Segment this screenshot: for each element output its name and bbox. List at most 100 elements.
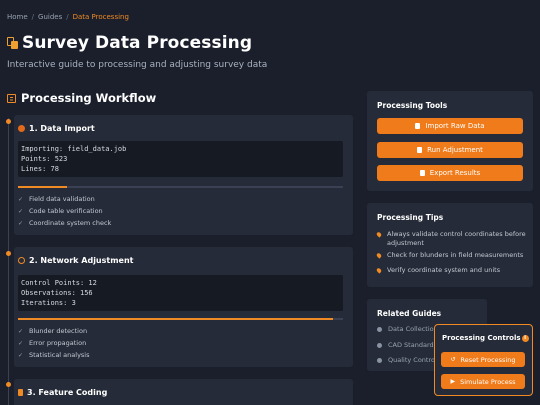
progress-bar <box>18 318 343 320</box>
progress-fill <box>18 318 334 320</box>
panel-title: Related Guides <box>377 309 442 318</box>
panel-title: Processing Tools <box>377 101 448 110</box>
console-line: Iterations: 3 <box>21 299 76 307</box>
breadcrumb-separator: / <box>31 13 35 21</box>
step-header: 3. Feature Coding <box>18 388 107 397</box>
pin-icon <box>375 252 383 259</box>
check-label: Blunder detection <box>29 327 88 335</box>
console-line: Points: 523 <box>21 155 68 163</box>
target-icon <box>18 257 25 264</box>
import-raw-data-button[interactable]: Import Raw Data <box>377 118 523 134</box>
workflow-title: Processing Workflow <box>21 91 157 105</box>
list-item: ✓ Blunder detection <box>18 325 90 337</box>
check-label: Field data validation <box>29 195 95 203</box>
console-output: Importing: field_data.job Points: 523 Li… <box>18 141 343 177</box>
page-title: Survey Data Processing <box>22 33 253 53</box>
page-subtitle: Interactive guide to processing and adju… <box>7 60 268 70</box>
guide-label: Data Collectio <box>388 325 434 333</box>
timeline-dot <box>6 119 11 124</box>
panel-title: Processing Tips <box>377 213 444 222</box>
check-icon: ✓ <box>18 195 24 203</box>
console-output: Control Points: 12 Observations: 156 Ite… <box>18 275 343 311</box>
console-line: Observations: 156 <box>21 289 93 297</box>
list-item: ✓ Error propagation <box>18 337 90 349</box>
guide-label: Quality Contro <box>388 356 435 364</box>
check-label: Code table verification <box>29 207 103 215</box>
list-item: Always validate control coordinates befo… <box>375 230 527 248</box>
drafting-icon <box>377 342 382 348</box>
button-label: Import Raw Data <box>425 122 485 130</box>
step-title: 3. Feature Coding <box>27 388 108 397</box>
button-label: Reset Processing <box>460 355 516 364</box>
calculator-icon <box>417 147 423 153</box>
progress-bar <box>18 186 343 188</box>
breadcrumb: Home / Guides / Data Processing <box>7 13 129 21</box>
export-results-button[interactable]: Export Results <box>377 165 523 181</box>
breadcrumb-separator: / <box>66 13 69 21</box>
import-icon <box>18 125 25 132</box>
list-item: Verify coordinate system and units <box>375 266 527 275</box>
reset-processing-button[interactable]: ↺ Reset Processing <box>441 352 525 367</box>
button-label: Simulate Process <box>460 377 516 386</box>
timeline-line <box>8 118 9 405</box>
console-line: Importing: field_data.job <box>21 145 127 153</box>
branch-icon <box>18 389 23 396</box>
timeline-dot <box>6 382 11 387</box>
check-icon: ✓ <box>18 207 24 215</box>
run-adjustment-button[interactable]: Run Adjustment <box>377 142 523 158</box>
check-label: Statistical analysis <box>29 351 90 359</box>
step-header: 1. Data Import <box>18 124 95 133</box>
processing-controls-panel: Processing Controls i ↺ Reset Processing ▶… <box>434 324 533 396</box>
button-label: Export Results <box>429 169 481 177</box>
list-item: ✓ Field data validation <box>18 193 111 205</box>
check-label: Error propagation <box>29 339 87 347</box>
list-item: Check for blunders in field measurements <box>375 251 527 260</box>
info-icon[interactable]: i <box>521 334 529 342</box>
location-icon <box>377 326 382 332</box>
step-header: 2. Network Adjustment <box>18 256 134 265</box>
check-label: Coordinate system check <box>29 219 112 227</box>
guide-link-data-collection[interactable]: Data Collectio <box>377 325 434 333</box>
breadcrumb-current: Data Processing <box>72 13 129 21</box>
check-icon: ✓ <box>18 339 24 347</box>
timeline-dot <box>6 251 11 256</box>
list-item: ✓ Coordinate system check <box>18 217 111 229</box>
check-circle-icon <box>377 357 382 363</box>
check-icon: ✓ <box>18 219 24 227</box>
check-list: ✓ Field data validation ✓ Code table verif… <box>18 193 111 229</box>
list-item: ✓ Statistical analysis <box>18 349 90 361</box>
guide-link-cad-standards[interactable]: CAD Standard <box>377 341 434 349</box>
tip-text: Always validate control coordinates befo… <box>387 230 526 247</box>
list-item: ✓ Code table verification <box>18 205 111 217</box>
check-list: ✓ Blunder detection ✓ Error propagation ✓ S… <box>18 325 90 361</box>
processing-tips-panel: Processing Tips Always validate control … <box>367 203 533 287</box>
tip-text: Check for blunders in field measurements <box>387 251 524 259</box>
progress-fill <box>18 186 67 188</box>
step-title: 2. Network Adjustment <box>29 256 134 265</box>
processing-tools-panel: Processing Tools Import Raw Data Run Adj… <box>367 91 533 191</box>
step-card-network-adjustment: 2. Network Adjustment Control Points: 12… <box>14 247 353 367</box>
file-import-icon <box>415 123 421 129</box>
check-icon: ✓ <box>18 351 24 359</box>
pin-icon <box>375 231 383 238</box>
page-header: Survey Data Processing <box>7 33 252 53</box>
documents-icon <box>7 37 18 49</box>
panel-title-text: Processing Controls <box>442 334 521 342</box>
tip-text: Verify coordinate system and units <box>387 266 501 274</box>
panel-title: Processing Controls i <box>442 334 529 342</box>
workflow-heading: Processing Workflow <box>7 91 156 105</box>
guide-label: CAD Standard <box>388 341 434 349</box>
play-icon: ▶ <box>450 378 456 385</box>
breadcrumb-guides[interactable]: Guides <box>38 13 62 21</box>
check-icon: ✓ <box>18 327 24 335</box>
list-icon <box>7 93 16 103</box>
console-line: Lines: 78 <box>21 165 59 173</box>
reset-icon: ↺ <box>450 356 456 363</box>
simulate-process-button[interactable]: ▶ Simulate Process <box>441 374 525 389</box>
breadcrumb-home[interactable]: Home <box>7 13 28 21</box>
step-card-data-import: 1. Data Import Importing: field_data.job… <box>14 115 353 235</box>
guide-link-quality-control[interactable]: Quality Contro <box>377 356 435 364</box>
pin-icon <box>375 267 383 274</box>
file-export-icon <box>419 170 425 176</box>
step-card-feature-coding: 3. Feature Coding <box>14 379 353 405</box>
